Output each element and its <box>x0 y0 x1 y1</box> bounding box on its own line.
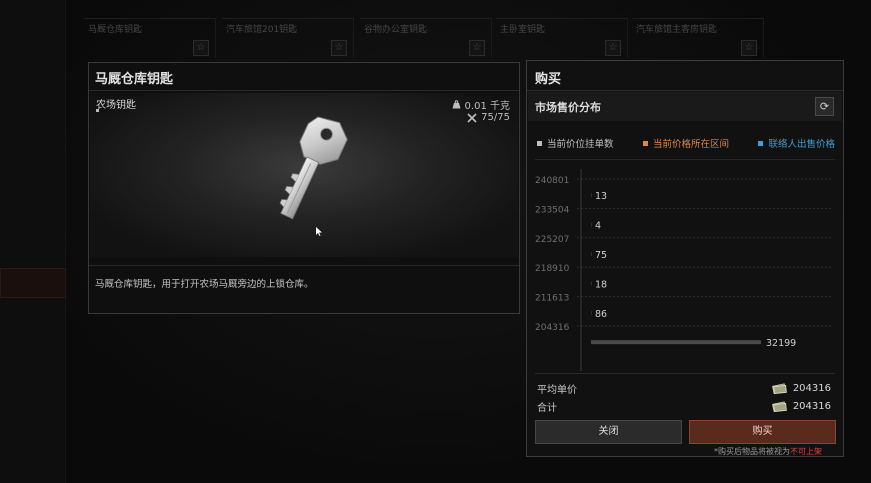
price-distribution-title: 市场售价分布 <box>535 101 601 114</box>
card-name: 汽车旅馆主客房钥匙 <box>636 25 718 35</box>
divider <box>89 90 519 91</box>
card-name: 马厩仓库钥匙 <box>88 25 143 35</box>
divider <box>89 265 519 266</box>
background-card: 谷物办公室钥匙 ☆ <box>360 18 492 58</box>
average-price-row: 平均单价 204316 <box>537 380 831 396</box>
chart-canvas: 240801 13 233504 4 225207 75 218910 18 211613 86 2… <box>535 169 831 371</box>
category-marker <box>96 109 99 112</box>
bar <box>591 251 592 256</box>
buy-note-text: *购买后物品将被视为 <box>714 447 790 456</box>
bar <box>591 222 592 227</box>
item-category: 农场钥匙 <box>96 100 136 111</box>
star-icon: ☆ <box>605 40 621 56</box>
data-label: 13 <box>595 191 607 202</box>
legend-label: 联络人出售价格 <box>768 139 835 150</box>
bar <box>591 193 592 198</box>
background-item-cards: 马厩仓库钥匙 ☆ 汽车旅馆201钥匙 ☆ 谷物办公室钥匙 ☆ 主卧室钥匙 ☆ 汽… <box>84 14 774 58</box>
background-card: 马厩仓库钥匙 ☆ <box>84 18 216 58</box>
total-price-row: 合计 204316 <box>537 398 831 414</box>
average-price-value: 204316 <box>792 382 831 394</box>
average-price-label: 平均单价 <box>537 384 577 396</box>
item-weight-value: 0.01 千克 <box>464 101 510 112</box>
buy-note-highlight: 不可上架 <box>790 447 822 456</box>
bar <box>591 340 761 345</box>
star-icon: ☆ <box>193 40 209 56</box>
bar <box>591 281 592 286</box>
bar <box>591 310 592 315</box>
item-title: 马厩仓库钥匙 <box>95 72 174 87</box>
y-tick-label: 233504 <box>535 205 570 215</box>
weight-icon <box>452 100 461 109</box>
item-durability: 75/75 <box>467 112 510 123</box>
total-price-label: 合计 <box>537 402 557 414</box>
data-label: 75 <box>595 250 607 261</box>
data-label: 4 <box>595 221 601 232</box>
item-weight: 0.01 千克 <box>452 97 510 112</box>
refresh-icon: ⟳ <box>819 100 830 113</box>
data-label: 86 <box>595 309 607 320</box>
background-card: 汽车旅馆主客房钥匙 ☆ <box>632 18 764 58</box>
money-icon <box>771 400 787 412</box>
divider <box>535 373 835 374</box>
chart-legend: 当前价位挂单数 当前价格所在区间 联络人出售价格 <box>537 136 835 150</box>
background-sidebar <box>0 0 66 483</box>
background-card: 主卧室钥匙 ☆ <box>496 18 628 58</box>
item-preview: 农场钥匙 0.01 千克 75/75 <box>90 93 518 257</box>
total-price-value: 204316 <box>792 400 831 412</box>
data-label: 18 <box>595 279 607 290</box>
divider <box>527 90 843 91</box>
buy-note: *购买后物品将被视为不可上架 <box>714 446 822 457</box>
item-detail-panel: 马厩仓库钥匙 农场钥匙 0.01 千克 75/75 马厩仓库钥匙，用于打开农场马… <box>88 62 520 314</box>
legend-item: 当前价格所在区间 <box>642 136 729 150</box>
average-price: 204316 <box>771 382 831 394</box>
legend-swatch <box>537 140 542 146</box>
card-name: 主卧室钥匙 <box>500 25 546 35</box>
background-card: 汽车旅馆201钥匙 ☆ <box>222 18 354 58</box>
star-icon: ☆ <box>469 40 485 56</box>
close-button[interactable]: 关闭 <box>535 420 682 444</box>
money-icon <box>771 382 787 394</box>
y-tick-label: 218910 <box>535 264 570 274</box>
buy-panel: 购买 市场售价分布 ⟳ 当前价位挂单数 当前价格所在区间 联络人出售价格 240… <box>526 60 844 457</box>
card-name: 谷物办公室钥匙 <box>364 25 428 35</box>
item-description: 马厩仓库钥匙，用于打开农场马厩旁边的上锁仓库。 <box>95 279 314 290</box>
data-label: 32199 <box>766 338 796 349</box>
legend-item: 当前价位挂单数 <box>537 136 614 150</box>
divider <box>535 159 835 160</box>
star-icon: ☆ <box>741 40 757 56</box>
y-tick-label: 211613 <box>535 294 569 304</box>
legend-label: 当前价位挂单数 <box>547 139 614 150</box>
legend-label: 当前价格所在区间 <box>652 139 729 150</box>
mouse-cursor-icon <box>316 227 322 236</box>
legend-item: 联络人出售价格 <box>758 136 835 150</box>
y-tick-label: 240801 <box>535 176 569 186</box>
total-price: 204316 <box>771 400 831 412</box>
refresh-button[interactable]: ⟳ <box>815 97 834 116</box>
price-distribution-header: 市场售价分布 ⟳ <box>528 92 842 121</box>
price-distribution-chart: 240801 13 233504 4 225207 75 218910 18 211613 86 2… <box>535 169 837 371</box>
y-tick-label: 204316 <box>535 323 570 333</box>
legend-swatch <box>758 140 764 146</box>
y-tick-label: 225207 <box>535 235 569 245</box>
buy-button[interactable]: 购买 <box>689 420 836 444</box>
tools-icon <box>467 112 477 123</box>
card-name: 汽车旅馆201钥匙 <box>226 25 298 35</box>
background-sidebar-item <box>0 268 66 298</box>
buy-title: 购买 <box>535 72 562 87</box>
key-image <box>279 116 348 220</box>
legend-swatch <box>642 140 648 146</box>
item-durability-value: 75/75 <box>481 112 510 123</box>
star-icon: ☆ <box>331 40 347 56</box>
